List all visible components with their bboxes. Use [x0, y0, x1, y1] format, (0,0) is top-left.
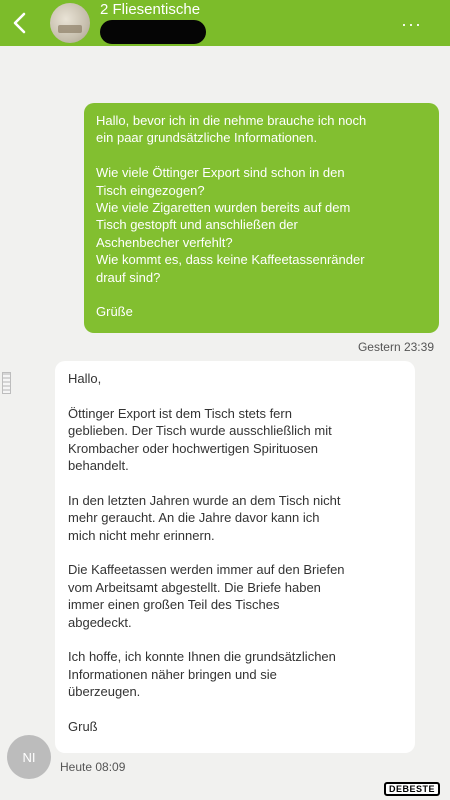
message-line: Wie viele Öttinger Export sind schon in …	[96, 165, 345, 181]
title-wrap: 2 Fliesentische	[100, 2, 206, 44]
back-button[interactable]	[0, 0, 40, 46]
message-line: behandelt.	[68, 458, 129, 474]
sender-avatar[interactable]: NI	[7, 735, 51, 779]
message-line: abgedeckt.	[68, 614, 132, 630]
message-line: Informationen näher bringen und sie	[68, 666, 277, 682]
message-line: Öttinger Export ist dem Tisch stets fern	[68, 405, 292, 421]
message-line: Tisch eingezogen?	[96, 182, 205, 198]
message-line: drauf sind?	[96, 269, 161, 285]
drag-handle[interactable]	[2, 372, 11, 394]
outgoing-message-time: Gestern 23:39	[357, 340, 434, 354]
message-line: Tisch gestopft und anschließen der	[96, 217, 298, 233]
message-line: Wie kommt es, dass keine Kaffeetassenrän…	[96, 252, 365, 268]
redacted-username	[100, 20, 206, 44]
message-line: ein paar grundsätzliche Informationen.	[96, 130, 318, 146]
message-line: Hallo,	[68, 371, 102, 386]
message-line: vom Arbeitsamt abgestellt. Die Briefe ha…	[68, 579, 321, 595]
message-line: In den letzten Jahren wurde an dem Tisch…	[68, 492, 341, 508]
watermark-logo: DEBESTE	[383, 782, 440, 796]
listing-title[interactable]: 2 Fliesentische	[100, 2, 206, 18]
message-line: Wie viele Zigaretten wurden bereits auf …	[96, 200, 351, 216]
listing-avatar[interactable]	[50, 3, 90, 43]
message-line: Krombacher oder hochwertigen Spirituosen	[68, 440, 319, 456]
incoming-message-bubble: Hallo, Öttinger Export ist dem Tisch stet…	[55, 361, 415, 753]
message-line: Gruß	[68, 719, 98, 735]
message-line: Die Kaffeetassen werden immer auf den Br…	[68, 562, 345, 578]
message-line: mich nicht mehr erinnern.	[68, 527, 215, 543]
message-line: Ich hoffe, ich konnte Ihnen die grundsät…	[68, 649, 336, 665]
incoming-message-time: Heute 08:09	[60, 760, 126, 774]
message-line: überzeugen.	[68, 684, 141, 700]
message-line: Aschenbecher verfehlt?	[96, 234, 233, 250]
message-line: Hallo, bevor ich in die nehme brauche ic…	[96, 113, 367, 128]
message-line: immer einen großen Teil des Tisches	[68, 597, 280, 613]
message-line: geblieben. Der Tisch wurde ausschließlic…	[68, 423, 332, 439]
chevron-left-icon	[13, 12, 26, 34]
message-line: mehr geraucht. An die Jahre davor kann i…	[68, 510, 320, 526]
chat-header: 2 Fliesentische ···	[0, 0, 450, 46]
message-line: Grüße	[96, 304, 133, 320]
more-options-button[interactable]: ···	[401, 14, 422, 35]
outgoing-message-bubble: Hallo, bevor ich in die nehme brauche ic…	[84, 103, 439, 333]
